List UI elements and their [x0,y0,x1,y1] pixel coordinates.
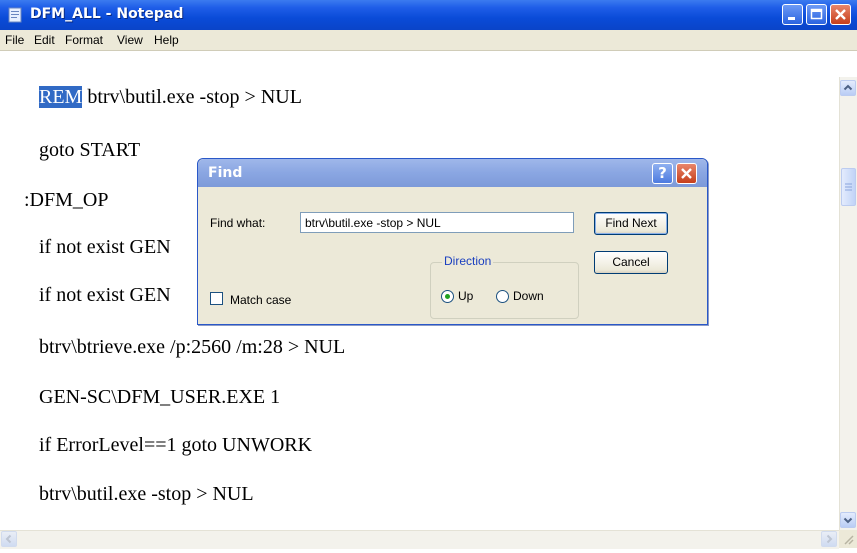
match-case-label[interactable]: Match case [230,293,291,307]
find-dialog-title-bar[interactable]: Find ? [198,159,707,187]
editor-line-9: btrv\butil.exe -stop > NUL [39,483,254,505]
size-grip[interactable] [839,530,857,548]
cancel-button[interactable]: Cancel [594,251,668,274]
menu-bar: File Edit Format View Help [0,30,857,51]
help-icon: ? [658,164,667,182]
menu-view[interactable]: View [117,33,143,47]
radio-selected-dot [445,294,450,299]
close-icon [681,168,692,179]
direction-label: Direction [442,254,494,268]
find-dialog: Find ? Find what: btrv\butil.exe -stop >… [197,158,708,325]
scroll-right-button[interactable] [821,531,837,547]
editor-line-5: if not exist GEN [39,284,171,306]
menu-format[interactable]: Format [65,33,103,47]
close-icon [835,9,846,20]
chevron-right-icon [826,534,833,544]
grip-icon [845,183,852,191]
find-what-input[interactable]: btrv\butil.exe -stop > NUL [300,212,574,233]
notepad-icon [8,7,22,23]
minimize-icon [788,17,795,20]
vertical-scrollbar[interactable] [839,77,857,548]
direction-down-label[interactable]: Down [513,289,544,303]
editor-line-7: GEN-SC\DFM_USER.EXE 1 [39,386,281,408]
editor-line-8: if ErrorLevel==1 goto UNWORK [39,434,313,456]
editor-line-2: goto START [39,139,141,161]
resize-grip-icon [844,535,854,545]
chevron-up-icon [843,84,853,91]
title-bar[interactable]: DFM_ALL - Notepad [0,0,857,31]
editor-line-6: btrv\btrieve.exe /p:2560 /m:28 > NUL [39,336,346,358]
selected-text: REM [39,86,83,108]
menu-edit[interactable]: Edit [34,33,55,47]
window-title: DFM_ALL - Notepad [30,6,184,22]
horizontal-scrollbar[interactable] [0,530,839,549]
match-case-checkbox[interactable] [210,292,223,305]
line-text: btrv\butil.exe -stop > NUL [82,86,302,108]
find-next-button[interactable]: Find Next [594,212,668,235]
direction-up-label[interactable]: Up [458,289,473,303]
direction-up-radio[interactable] [441,290,454,303]
find-dialog-title: Find [208,165,243,181]
direction-down-radio[interactable] [496,290,509,303]
scroll-up-button[interactable] [840,80,856,96]
maximize-icon [810,8,823,20]
chevron-left-icon [5,534,12,544]
maximize-button[interactable] [806,4,827,25]
editor-line-3: :DFM_OP [24,189,109,211]
menu-help[interactable]: Help [154,33,179,47]
scroll-left-button[interactable] [1,531,17,547]
close-button[interactable] [830,4,851,25]
find-close-button[interactable] [676,163,697,184]
vertical-scroll-thumb[interactable] [841,168,856,206]
editor-line-1: REM btrv\butil.exe -stop > NUL [39,86,302,109]
menu-file[interactable]: File [5,33,24,47]
find-what-label: Find what: [210,216,266,230]
minimize-button[interactable] [782,4,803,25]
chevron-down-icon [843,517,853,524]
help-button[interactable]: ? [652,163,673,184]
editor-line-4: if not exist GEN [39,236,171,258]
scroll-down-button[interactable] [840,512,856,528]
